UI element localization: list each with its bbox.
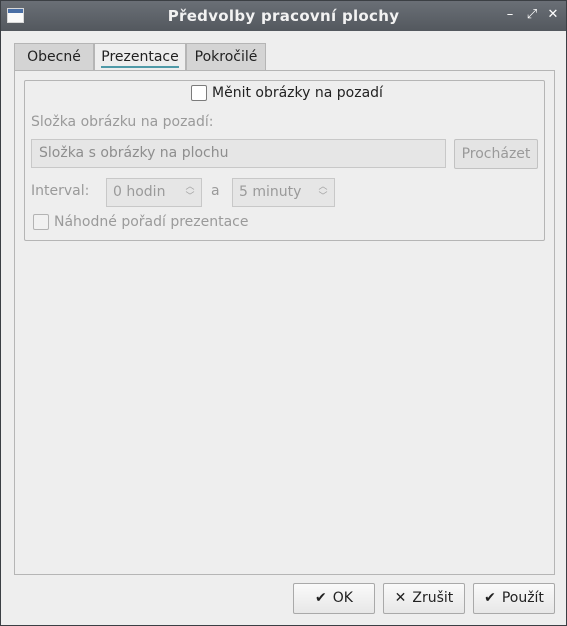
ok-button-label: OK bbox=[332, 590, 353, 606]
hours-stepper[interactable]: ︿ ﹀ bbox=[185, 182, 195, 202]
minimize-icon[interactable]: – bbox=[501, 6, 519, 24]
minutes-stepper[interactable]: ︿ ﹀ bbox=[318, 182, 328, 202]
hours-value: 0 hodin bbox=[113, 184, 166, 200]
cancel-button[interactable]: ✕ Zrušit bbox=[383, 583, 465, 614]
change-background-label: Měnit obrázky na pozadí bbox=[212, 85, 383, 101]
preferences-window: Předvolby pracovní plochy – ⤢ ✕ Obecné P… bbox=[0, 0, 567, 626]
check-icon: ✔ bbox=[315, 590, 327, 606]
random-order-label: Náhodné pořadí prezentace bbox=[54, 214, 249, 230]
folder-input[interactable]: Složka s obrázky na plochu bbox=[31, 139, 446, 168]
ok-button[interactable]: ✔ OK bbox=[293, 583, 375, 614]
chevron-up-icon[interactable]: ︿ bbox=[185, 182, 195, 192]
hours-spinbox[interactable]: 0 hodin ︿ ﹀ bbox=[106, 178, 202, 207]
maximize-icon[interactable]: ⤢ bbox=[523, 6, 541, 24]
title-bar[interactable]: Předvolby pracovní plochy – ⤢ ✕ bbox=[1, 1, 566, 31]
change-background-checkbox[interactable] bbox=[191, 85, 207, 101]
chevron-down-icon[interactable]: ﹀ bbox=[318, 192, 328, 202]
change-background-option[interactable]: Měnit obrázky na pozadí bbox=[191, 85, 383, 105]
slideshow-tab-panel: Měnit obrázky na pozadí Složka obrázku n… bbox=[14, 70, 555, 575]
apply-button[interactable]: ✔ Použít bbox=[473, 583, 555, 614]
tab-advanced[interactable]: Pokročilé bbox=[186, 43, 266, 71]
cross-icon: ✕ bbox=[394, 590, 407, 606]
minutes-value: 5 minuty bbox=[239, 184, 302, 200]
tab-slideshow-label: Prezentace bbox=[101, 49, 179, 68]
check-icon: ✔ bbox=[484, 590, 496, 606]
cancel-button-label: Zrušit bbox=[412, 590, 454, 606]
close-icon[interactable]: ✕ bbox=[544, 6, 562, 24]
random-order-option[interactable]: Náhodné pořadí prezentace bbox=[33, 214, 249, 234]
interval-label: Interval: bbox=[31, 183, 90, 199]
random-order-checkbox[interactable] bbox=[33, 214, 49, 230]
window-title: Předvolby pracovní plochy bbox=[167, 7, 400, 25]
slideshow-group: Měnit obrázky na pozadí Složka obrázku n… bbox=[24, 80, 545, 241]
and-label: a bbox=[211, 183, 220, 199]
chevron-down-icon[interactable]: ﹀ bbox=[185, 192, 195, 202]
apply-button-label: Použít bbox=[501, 590, 544, 606]
chevron-up-icon[interactable]: ︿ bbox=[318, 182, 328, 192]
folder-label: Složka obrázku na pozadí: bbox=[31, 114, 214, 130]
tab-general[interactable]: Obecné bbox=[14, 43, 94, 71]
minutes-spinbox[interactable]: 5 minuty ︿ ﹀ bbox=[232, 178, 335, 207]
browse-button[interactable]: Procházet bbox=[454, 139, 538, 169]
tab-slideshow[interactable]: Prezentace bbox=[94, 43, 186, 72]
